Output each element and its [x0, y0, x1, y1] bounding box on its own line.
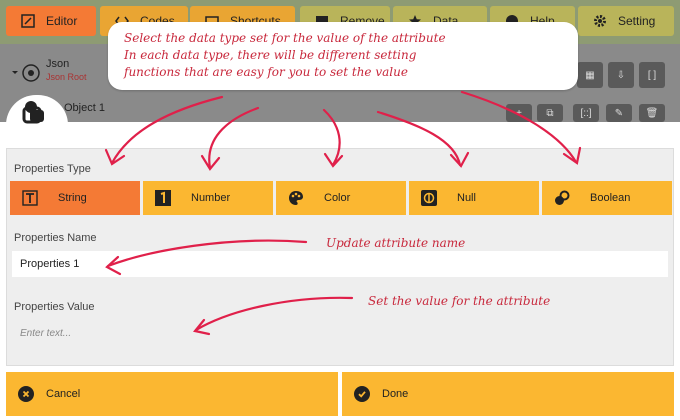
callout-line-1: Select the data type set for the value o… [124, 31, 446, 45]
annotation-name-note: Update attribute name [326, 236, 466, 250]
edit-icon [20, 13, 36, 29]
collapse-icon: ▦ [585, 69, 595, 81]
pencil-icon: ✎ [614, 107, 624, 119]
tree-edit-button[interactable]: ✎ [606, 104, 632, 122]
number-one-icon [155, 190, 171, 206]
cancel-button[interactable]: Cancel [6, 372, 338, 416]
callout-line-2: In each data type, there will be differe… [124, 48, 417, 62]
done-label: Done [382, 388, 409, 400]
tree-node-json-sublabel: Json Root [46, 72, 87, 82]
properties-name-input[interactable] [12, 251, 668, 277]
null-icon [421, 190, 437, 206]
tree-copy-button[interactable]: ⧉ [537, 104, 563, 122]
tutorial-callout: Select the data type set for the value o… [108, 22, 578, 90]
type-string-label: String [58, 192, 87, 204]
type-null-label: Null [457, 192, 476, 204]
add-icon: + [516, 107, 522, 119]
setting-label: Setting [618, 14, 656, 28]
done-button[interactable]: Done [342, 372, 674, 416]
close-icon [18, 386, 34, 402]
type-number-label: Number [191, 192, 231, 204]
type-boolean-label: Boolean [590, 192, 631, 204]
tree-node-json-label: Json [46, 58, 70, 70]
palette-icon [288, 190, 304, 206]
tree-node-object[interactable]: Object 1 [64, 102, 105, 114]
tree-array-add-button[interactable]: [::] [573, 104, 599, 122]
type-color-label: Color [324, 192, 351, 204]
properties-value-label: Properties Value [14, 301, 95, 313]
type-string-button[interactable]: String [10, 181, 140, 215]
array-icon: [ ] [647, 69, 657, 81]
tree-import-button[interactable]: ⇩ [608, 62, 634, 88]
editor-label: Editor [46, 14, 78, 28]
array-add-icon: [::] [580, 107, 592, 119]
editor-button[interactable]: Editor [6, 6, 96, 36]
import-icon: ⇩ [616, 69, 626, 81]
check-icon [354, 386, 370, 402]
properties-type-label: Properties Type [14, 163, 91, 175]
json-node-icon [12, 64, 40, 82]
text-type-icon [22, 190, 38, 206]
properties-name-label: Properties Name [14, 232, 97, 244]
copy-icon: ⧉ [546, 107, 554, 119]
tree-add-button[interactable]: + [506, 104, 532, 122]
type-number-button[interactable]: Number [143, 181, 273, 215]
gear-icon [592, 13, 608, 29]
boolean-toggle-icon [554, 190, 570, 206]
app-logo-icon [22, 101, 44, 124]
setting-button[interactable]: Setting [578, 6, 674, 36]
type-null-button[interactable]: Null [409, 181, 539, 215]
type-color-button[interactable]: Color [276, 181, 406, 215]
annotation-value-note: Set the value for the attribute [368, 294, 551, 308]
cancel-label: Cancel [46, 388, 81, 400]
tree-delete-button[interactable]: 🗑 [639, 104, 665, 122]
trash-icon: 🗑 [645, 107, 659, 119]
tree-array-button[interactable]: [ ] [639, 62, 665, 88]
type-boolean-button[interactable]: Boolean [542, 181, 672, 215]
properties-value-input[interactable] [12, 320, 668, 346]
tree-collapse-button[interactable]: ▦ [577, 62, 603, 88]
callout-line-3: functions that are easy for you to set t… [124, 65, 408, 79]
